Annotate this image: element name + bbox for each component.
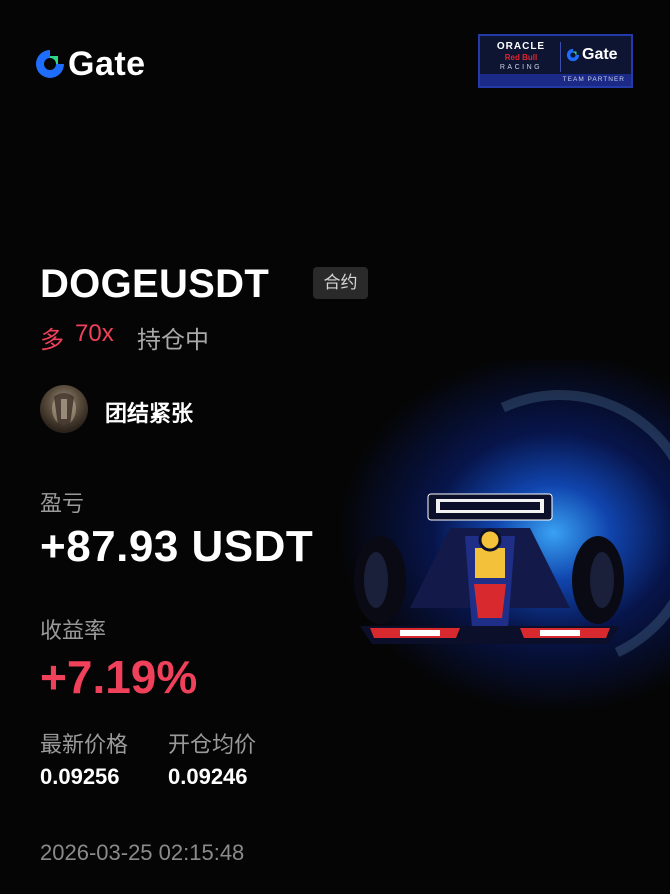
timestamp: 2026-03-25 02:15:48 xyxy=(40,840,245,865)
last-price-label: 最新价格 xyxy=(40,732,129,757)
roi-value: +7.19% xyxy=(40,651,198,703)
leverage: 70x xyxy=(75,320,114,347)
avatar-image xyxy=(52,393,76,425)
oracle-text: ORACLE xyxy=(496,41,546,52)
gate-logo-text: Gate xyxy=(68,44,146,83)
redbull-text: Red Bull xyxy=(504,53,538,62)
racing-text: RACING xyxy=(499,64,543,71)
position-status: 持仓中 xyxy=(137,327,209,354)
partner-divider xyxy=(560,42,561,72)
pnl-value: +87.93 USDT xyxy=(40,522,314,571)
roi-label: 收益率 xyxy=(40,618,107,643)
gate-logo-icon xyxy=(36,50,64,78)
share-card: Gate ORACLE Red Bull RACING Gate TEAM PA… xyxy=(0,0,670,894)
gate-logo: Gate xyxy=(34,44,146,84)
partner-badge: ORACLE Red Bull RACING Gate TEAM PARTNER xyxy=(478,34,633,88)
entry-price-value: 0.09246 xyxy=(168,764,248,789)
avatar xyxy=(40,385,88,433)
team-partner-text: TEAM PARTNER xyxy=(480,74,631,86)
contract-badge: 合约 xyxy=(313,267,368,299)
username: 团结紧张 xyxy=(105,401,194,426)
trading-pair: DOGEUSDT xyxy=(40,262,270,306)
last-price-value: 0.09256 xyxy=(40,764,120,789)
f1-car-image xyxy=(354,493,624,644)
position-side: 多 xyxy=(40,327,64,354)
pnl-label: 盈亏 xyxy=(40,491,85,516)
gate-small-icon xyxy=(566,48,580,62)
entry-price-label: 开仓均价 xyxy=(168,732,257,757)
partner-gate-text: Gate xyxy=(582,46,618,63)
